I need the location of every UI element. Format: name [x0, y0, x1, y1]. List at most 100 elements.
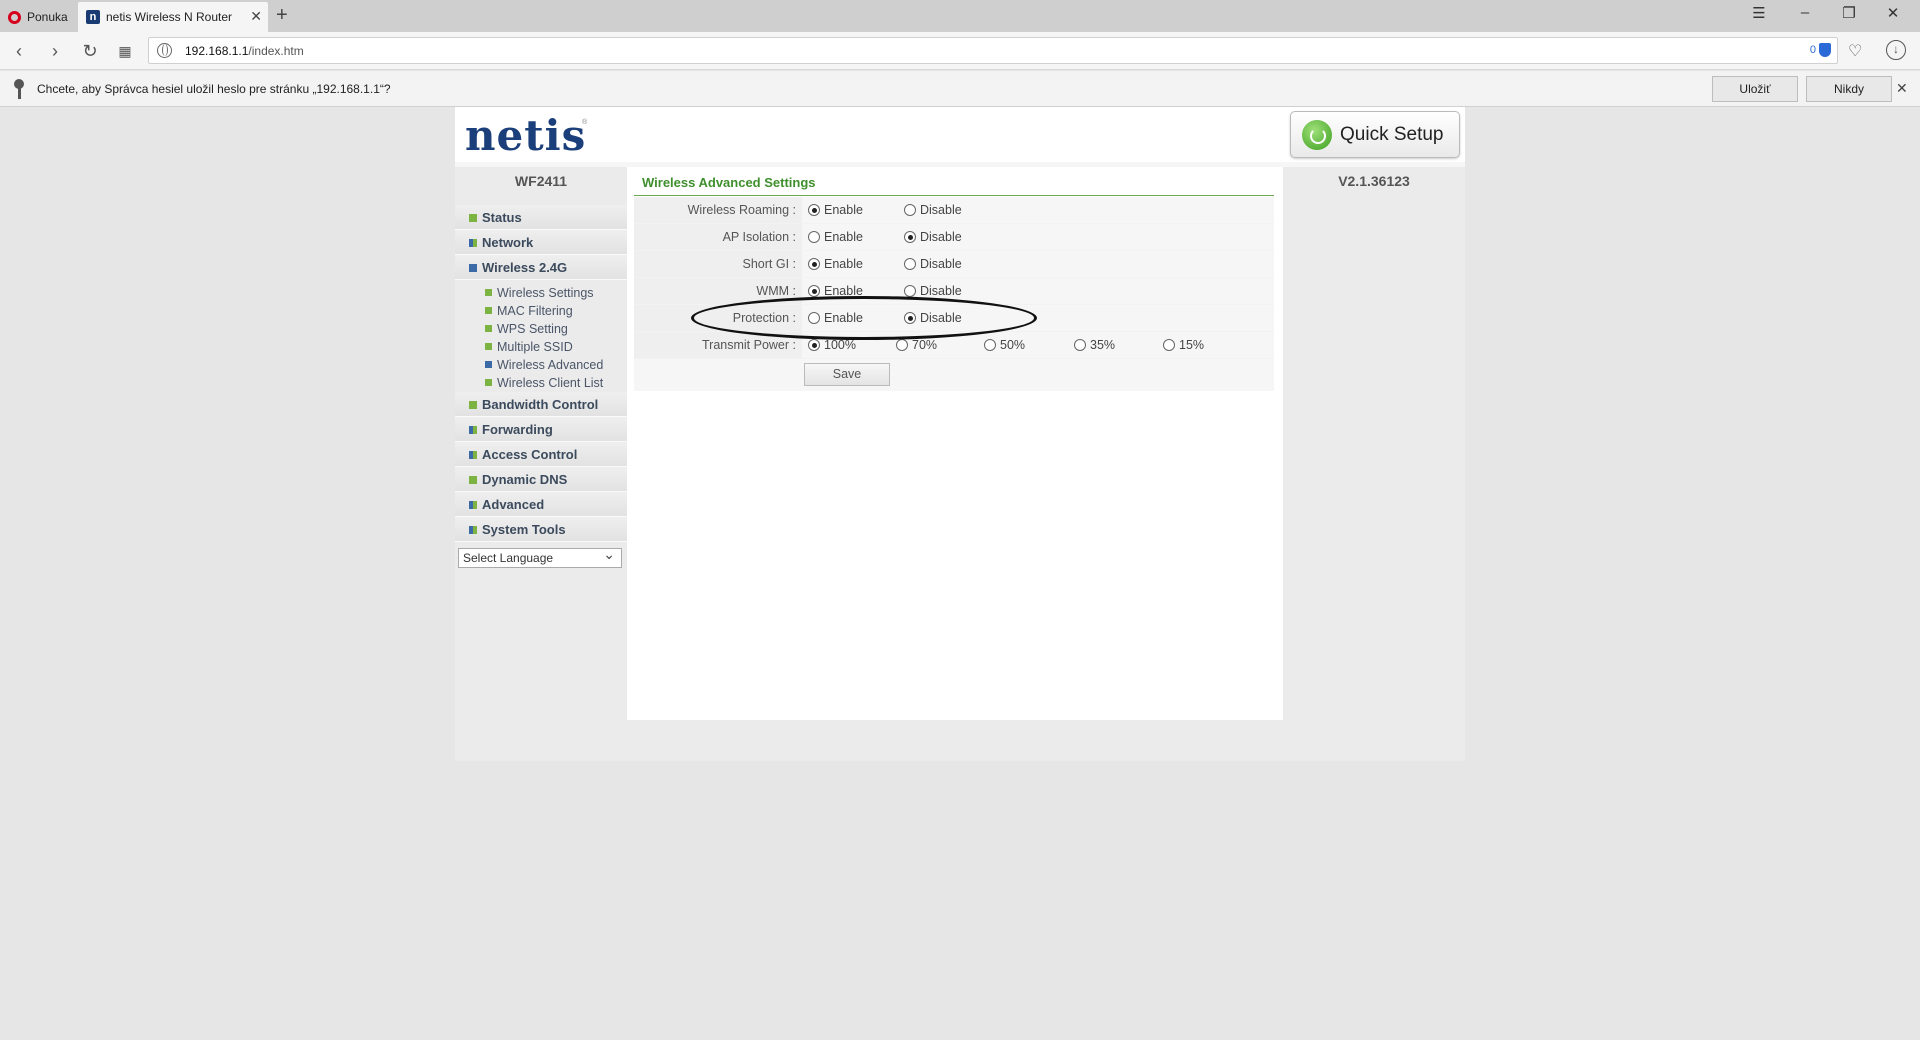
- sidebar-item-advanced[interactable]: Advanced: [455, 492, 627, 517]
- transmit-power-50-radio[interactable]: 50%: [984, 338, 1025, 352]
- model-name: WF2411: [514, 173, 568, 189]
- sidebar-item-label: Dynamic DNS: [482, 472, 568, 487]
- radio-unchecked-icon: [984, 339, 996, 351]
- url-field[interactable]: 192.168.1.1/index.htm 0: [148, 37, 1838, 64]
- opera-logo-icon: [8, 10, 21, 24]
- restore-icon[interactable]: ❐: [1834, 4, 1864, 22]
- sidebar-item-wireless[interactable]: Wireless 2.4G: [455, 255, 627, 280]
- ad-blocker-badge[interactable]: 0: [1810, 43, 1831, 57]
- url-host: 192.168.1.1: [185, 44, 249, 58]
- ap-isolation-enable-radio[interactable]: Enable: [808, 230, 863, 244]
- sidebar-item-network[interactable]: Network: [455, 230, 627, 255]
- protection-disable-radio[interactable]: Disable: [904, 311, 962, 325]
- sidebar-subitem-label: Wireless Settings: [497, 286, 594, 300]
- wireless-roaming-disable-radio[interactable]: Disable: [904, 203, 962, 217]
- radio-unchecked-icon: [808, 231, 820, 243]
- protection-enable-radio[interactable]: Enable: [808, 311, 863, 325]
- sidebar-menu: Status Network Wireless 2.4G Wireless Se…: [455, 205, 627, 568]
- reload-icon[interactable]: ↻: [77, 39, 103, 63]
- window-close-icon[interactable]: ✕: [1878, 4, 1908, 22]
- sidebar-subitem-wireless-settings[interactable]: Wireless Settings: [455, 284, 627, 302]
- key-icon: [14, 79, 24, 99]
- setting-row-protection: Protection : Enable Disable: [634, 305, 1274, 332]
- sidebar-subitem-wireless-advanced[interactable]: Wireless Advanced: [455, 356, 627, 374]
- tab-bar: Ponuka n netis Wireless N Router ✕ + ☰ –…: [0, 0, 1920, 32]
- short-gi-enable-radio[interactable]: Enable: [808, 257, 863, 271]
- option-label: 100%: [824, 338, 856, 352]
- ad-blocker-shield-icon: [1819, 43, 1831, 57]
- url-path: /index.htm: [248, 44, 304, 58]
- minimize-icon[interactable]: –: [1790, 4, 1820, 21]
- transmit-power-70-radio[interactable]: 70%: [896, 338, 937, 352]
- save-password-button[interactable]: Uložiť: [1712, 76, 1798, 102]
- wmm-disable-radio[interactable]: Disable: [904, 284, 962, 298]
- radio-unchecked-icon: [1074, 339, 1086, 351]
- sidebar-item-label: Forwarding: [482, 422, 553, 437]
- bullet-icon: [469, 451, 477, 459]
- quick-setup-icon: [1302, 119, 1332, 150]
- language-select[interactable]: Select Language: [458, 545, 622, 568]
- bullet-icon: [469, 426, 477, 434]
- never-button[interactable]: Nikdy: [1806, 76, 1892, 102]
- forward-icon[interactable]: ›: [42, 39, 68, 63]
- firmware-version: V2.1.36123: [1338, 173, 1410, 189]
- setting-row-wireless-roaming: Wireless Roaming : Enable Disable: [634, 197, 1274, 224]
- tab-router[interactable]: n netis Wireless N Router ✕: [78, 2, 268, 32]
- option-label: Disable: [920, 311, 962, 325]
- bookmark-heart-icon[interactable]: ♡: [1848, 41, 1862, 61]
- bullet-icon: [469, 239, 477, 247]
- back-icon[interactable]: ‹: [6, 39, 32, 63]
- bullet-icon: [485, 361, 492, 368]
- transmit-power-100-radio[interactable]: 100%: [808, 338, 856, 352]
- sidebar-item-bandwidth-control[interactable]: Bandwidth Control: [455, 392, 627, 417]
- sidebar-subitem-label: Wireless Advanced: [497, 358, 604, 372]
- sidebar-item-dynamic-dns[interactable]: Dynamic DNS: [455, 467, 627, 492]
- logo-registered-mark: ®: [582, 119, 588, 126]
- speed-dial-icon[interactable]: ▦: [112, 39, 138, 63]
- tab-menu-icon[interactable]: ☰: [1744, 4, 1774, 22]
- radio-unchecked-icon: [808, 312, 820, 324]
- sidebar-item-forwarding[interactable]: Forwarding: [455, 417, 627, 442]
- new-tab-icon[interactable]: +: [276, 4, 288, 27]
- quick-setup-label: Quick Setup: [1340, 123, 1444, 145]
- wireless-roaming-enable-radio[interactable]: Enable: [808, 203, 863, 217]
- opera-menu-button[interactable]: Ponuka: [0, 2, 76, 32]
- sidebar-item-label: System Tools: [482, 522, 566, 537]
- short-gi-disable-radio[interactable]: Disable: [904, 257, 962, 271]
- password-save-bar: Chcete, aby Správca hesiel uložil heslo …: [0, 71, 1920, 107]
- bullet-icon: [469, 476, 477, 484]
- tab-close-icon[interactable]: ✕: [250, 8, 262, 25]
- radio-unchecked-icon: [904, 204, 916, 216]
- sidebar-item-label: Network: [482, 235, 534, 250]
- save-button[interactable]: Save: [804, 363, 890, 386]
- transmit-power-35-radio[interactable]: 35%: [1074, 338, 1115, 352]
- sidebar-subitem-wireless-client-list[interactable]: Wireless Client List: [455, 374, 627, 392]
- sidebar-subitem-wps-setting[interactable]: WPS Setting: [455, 320, 627, 338]
- netis-favicon-icon: n: [86, 10, 100, 24]
- radio-checked-icon: [808, 258, 820, 270]
- bullet-icon: [469, 214, 477, 222]
- save-row: Save: [634, 359, 1274, 391]
- sidebar-item-status[interactable]: Status: [455, 205, 627, 230]
- wmm-enable-radio[interactable]: Enable: [808, 284, 863, 298]
- option-label: Enable: [824, 230, 863, 244]
- setting-row-ap-isolation: AP Isolation : Enable Disable: [634, 224, 1274, 251]
- quick-setup-button[interactable]: Quick Setup: [1290, 111, 1460, 158]
- sidebar-item-system-tools[interactable]: System Tools: [455, 517, 627, 542]
- download-icon[interactable]: ↓: [1886, 40, 1906, 60]
- sidebar-subitem-mac-filtering[interactable]: MAC Filtering: [455, 302, 627, 320]
- sidebar-item-access-control[interactable]: Access Control: [455, 442, 627, 467]
- setting-row-short-gi: Short GI : Enable Disable: [634, 251, 1274, 278]
- sidebar-subitem-multiple-ssid[interactable]: Multiple SSID: [455, 338, 627, 356]
- option-label: Enable: [824, 203, 863, 217]
- setting-label: Short GI :: [634, 251, 802, 277]
- ap-isolation-disable-radio[interactable]: Disable: [904, 230, 962, 244]
- option-label: Enable: [824, 311, 863, 325]
- option-label: Disable: [920, 230, 962, 244]
- password-bar-close-icon[interactable]: ✕: [1896, 80, 1908, 97]
- option-label: 70%: [912, 338, 938, 352]
- globe-icon: [157, 43, 172, 58]
- transmit-power-15-radio[interactable]: 15%: [1163, 338, 1204, 352]
- setting-row-wmm: WMM : Enable Disable: [634, 278, 1274, 305]
- bullet-icon: [485, 289, 492, 296]
